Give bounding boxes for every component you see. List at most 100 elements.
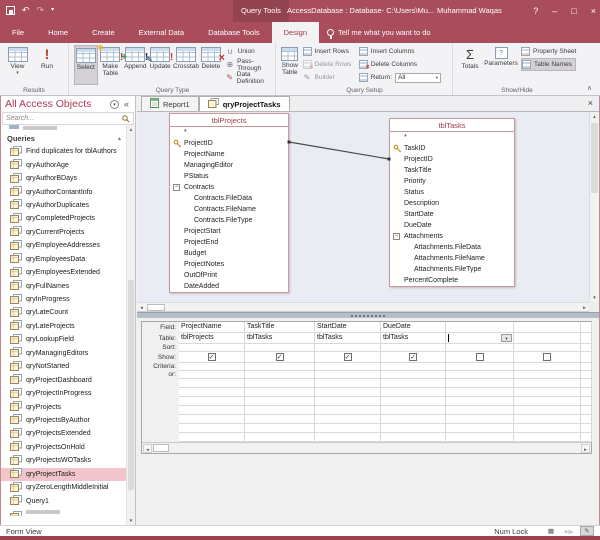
field-row[interactable]: ProjectID	[170, 138, 288, 149]
parameters-button[interactable]: ? Parameters	[483, 45, 519, 85]
empty-cell[interactable]	[581, 379, 592, 388]
field-list-tbltasks[interactable]: tblTasks*TaskIDProjectIDTaskTitlePriorit…	[389, 118, 515, 287]
empty-cell[interactable]	[179, 433, 245, 442]
field-row[interactable]: Priority	[390, 176, 514, 187]
field-row[interactable]: DueDate	[390, 220, 514, 231]
insert-columns-button[interactable]: Insert Columns	[359, 45, 452, 58]
empty-cell[interactable]	[315, 406, 381, 415]
collapse-minus-icon[interactable]: −	[173, 184, 180, 191]
scroll-down-icon[interactable]: ▼	[590, 293, 599, 302]
scroll-left-icon[interactable]: ◄	[137, 303, 146, 312]
criteria-cell[interactable]	[514, 363, 581, 371]
sql-view-icon[interactable]: SQL	[562, 526, 576, 536]
field-row[interactable]: −Contracts	[170, 182, 288, 193]
crosstab-button[interactable]: Crosstab	[173, 45, 199, 85]
delete-columns-button[interactable]: × Delete Columns	[359, 58, 452, 71]
ribbon-tab-design[interactable]: Design	[272, 22, 319, 43]
empty-cell[interactable]	[514, 388, 581, 397]
empty-cell[interactable]	[514, 433, 581, 442]
scrollbar-thumb[interactable]	[128, 280, 134, 490]
undo-icon[interactable]: ↶	[22, 4, 30, 16]
return-dropdown[interactable]: All ▾	[395, 73, 441, 83]
field-cell[interactable]: TaskTitle	[245, 322, 315, 333]
empty-cell[interactable]	[446, 379, 514, 388]
show-checkbox[interactable]: ✓	[276, 353, 284, 361]
empty-cell[interactable]	[446, 415, 514, 424]
empty-cell[interactable]	[315, 433, 381, 442]
ribbon-tab-file[interactable]: File	[0, 22, 36, 43]
empty-cell[interactable]	[179, 397, 245, 406]
or-cell[interactable]	[245, 371, 315, 379]
scroll-right-icon[interactable]: ►	[580, 303, 589, 312]
show-checkbox[interactable]: ✓	[344, 353, 352, 361]
empty-cell[interactable]	[514, 406, 581, 415]
delete-rows-button[interactable]: × Delete Rows	[303, 58, 353, 71]
empty-cell[interactable]	[514, 379, 581, 388]
builder-button[interactable]: ✎ Builder	[303, 71, 353, 84]
empty-cell[interactable]	[446, 397, 514, 406]
field-cell[interactable]: StartDate	[315, 322, 381, 333]
empty-cell[interactable]	[381, 424, 446, 433]
show-checkbox[interactable]: ✓	[409, 353, 417, 361]
empty-cell[interactable]	[381, 388, 446, 397]
empty-cell[interactable]	[179, 406, 245, 415]
table-cell[interactable]	[514, 333, 581, 344]
scroll-up-icon[interactable]: ▲	[127, 125, 135, 134]
empty-cell[interactable]	[245, 424, 315, 433]
empty-cell[interactable]	[381, 433, 446, 442]
design-horizontal-scrollbar[interactable]: ◄ ►	[137, 302, 589, 312]
empty-cell[interactable]	[514, 397, 581, 406]
field-row[interactable]: DateAdded	[170, 281, 288, 292]
or-cell[interactable]	[315, 371, 381, 379]
cell-dropdown-icon[interactable]: ▾	[501, 334, 512, 342]
select-query-button[interactable]: Select	[74, 45, 98, 85]
empty-cell[interactable]	[315, 397, 381, 406]
scroll-left-icon[interactable]: ◄	[143, 444, 152, 453]
sort-cell[interactable]	[581, 344, 592, 352]
field-row[interactable]: Contracts.FileData	[170, 193, 288, 204]
empty-cell[interactable]	[315, 424, 381, 433]
empty-cell[interactable]	[514, 415, 581, 424]
empty-cell[interactable]	[381, 397, 446, 406]
criteria-cell[interactable]	[446, 363, 514, 371]
close-icon[interactable]: ×	[591, 6, 596, 16]
empty-cell[interactable]	[381, 406, 446, 415]
search-input[interactable]: Search...	[2, 112, 134, 125]
empty-cell[interactable]	[581, 406, 592, 415]
field-list-tblprojects[interactable]: tblProjects*ProjectIDProjectNameManaging…	[169, 113, 289, 293]
empty-cell[interactable]	[581, 415, 592, 424]
field-row[interactable]: Contracts.FileType	[170, 215, 288, 226]
field-row[interactable]: Contracts.FileName	[170, 204, 288, 215]
sort-cell[interactable]	[381, 344, 446, 352]
field-row[interactable]: −Attachments	[390, 231, 514, 242]
table-cell[interactable]: tblTasks	[245, 333, 315, 344]
datasheet-view-icon[interactable]: ▦	[544, 526, 558, 536]
property-sheet-button[interactable]: Property Sheet	[521, 45, 576, 58]
field-cell[interactable]: DueDate	[381, 322, 446, 333]
empty-cell[interactable]	[245, 406, 315, 415]
table-cell[interactable]: tblTasks	[315, 333, 381, 344]
table-names-button[interactable]: Table Names	[521, 58, 576, 71]
scrollbar-thumb[interactable]	[153, 444, 169, 452]
totals-button[interactable]: Σ Totals	[457, 45, 483, 85]
union-button[interactable]: ∪ Union	[226, 45, 275, 58]
save-icon[interactable]	[6, 6, 15, 15]
list-item[interactable]: Query1	[1, 494, 127, 507]
field-row[interactable]: PStatus	[170, 171, 288, 182]
empty-cell[interactable]	[581, 433, 592, 442]
show-checkbox[interactable]	[476, 353, 484, 361]
criteria-cell[interactable]	[315, 363, 381, 371]
empty-cell[interactable]	[179, 424, 245, 433]
empty-cell[interactable]	[315, 415, 381, 424]
field-cell[interactable]	[446, 322, 514, 333]
document-tab-qryprojecttasks[interactable]: qryProjectTasks	[199, 96, 290, 111]
run-button[interactable]: ! Run	[35, 45, 59, 85]
empty-cell[interactable]	[245, 433, 315, 442]
criteria-cell[interactable]	[245, 363, 315, 371]
table-cell[interactable]: ▾	[446, 333, 514, 344]
show-cell[interactable]: ✓	[381, 352, 446, 363]
field-row[interactable]: Description	[390, 198, 514, 209]
show-cell[interactable]: ✓	[315, 352, 381, 363]
empty-cell[interactable]	[446, 388, 514, 397]
empty-cell[interactable]	[446, 424, 514, 433]
